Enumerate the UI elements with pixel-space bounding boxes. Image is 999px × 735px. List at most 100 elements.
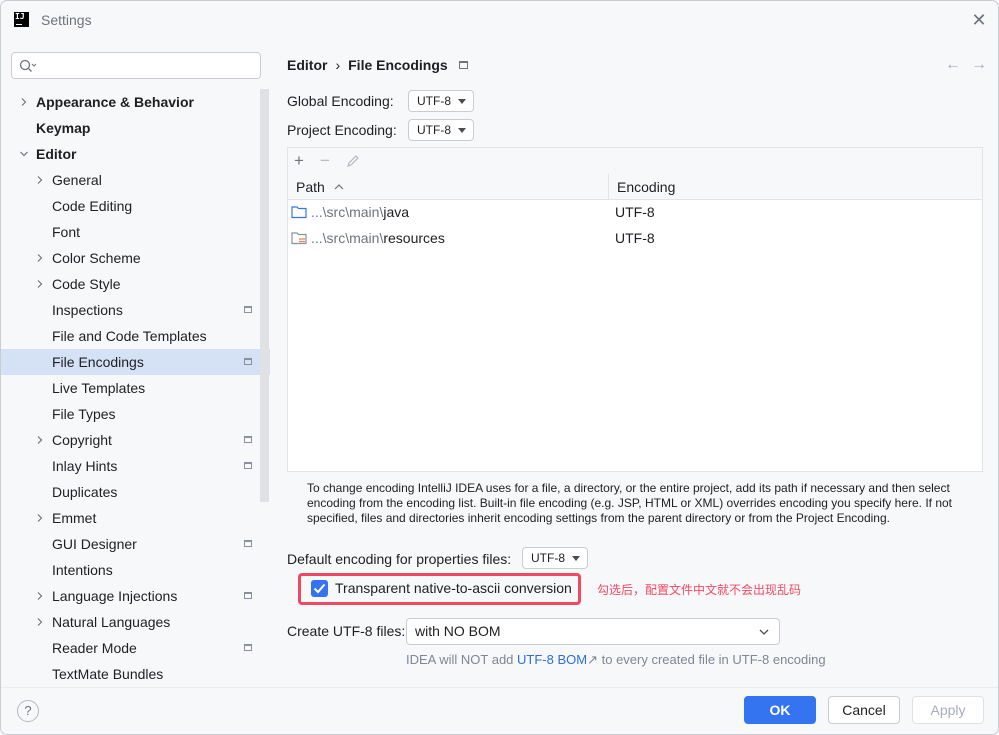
sidebar-item-file-encodings[interactable]: File Encodings xyxy=(1,349,270,375)
create-utf8-value: with NO BOM xyxy=(415,623,501,639)
sidebar-item-general[interactable]: General xyxy=(1,167,258,193)
native-to-ascii-label[interactable]: Transparent native-to-ascii conversion xyxy=(335,580,572,596)
breadcrumb-current: File Encodings xyxy=(348,57,448,73)
dialog-button-bar: ? OK Cancel Apply xyxy=(1,687,998,734)
back-arrow-icon[interactable]: ← xyxy=(945,56,961,74)
table-row[interactable]: ...\src\main\java UTF-8 xyxy=(288,199,982,225)
utf8-bom-link[interactable]: UTF-8 BOM xyxy=(517,652,587,667)
sidebar-item-label: File Types xyxy=(52,406,116,422)
create-utf8-combo[interactable]: with NO BOM xyxy=(406,618,780,645)
sidebar-item-editor[interactable]: Editor xyxy=(1,141,258,167)
settings-search-input[interactable] xyxy=(11,52,261,79)
remove-icon[interactable]: − xyxy=(320,151,330,171)
chevron-right-icon[interactable] xyxy=(35,583,45,609)
path-encoding-table: + − Path Encoding ...\src\main\java UTF-… xyxy=(287,147,983,472)
sidebar-item-label: General xyxy=(52,172,102,188)
project-encoding-label: Project Encoding: xyxy=(287,122,397,138)
project-scope-icon xyxy=(244,644,252,651)
sidebar-item-inspections[interactable]: Inspections xyxy=(1,297,258,323)
sidebar-item-file-types[interactable]: File Types xyxy=(1,401,258,427)
sidebar-item-natural-languages[interactable]: Natural Languages xyxy=(1,609,258,635)
sidebar-item-language-injections[interactable]: Language Injections xyxy=(1,583,258,609)
sidebar-item-label: Duplicates xyxy=(52,484,118,500)
sidebar-item-intentions[interactable]: Intentions xyxy=(1,557,258,583)
bom-note: IDEA will NOT add UTF-8 BOM↗ to every cr… xyxy=(406,652,826,668)
sidebar-item-keymap[interactable]: Keymap xyxy=(1,115,258,141)
close-icon[interactable]: ✕ xyxy=(968,9,990,31)
sidebar-item-reader-mode[interactable]: Reader Mode xyxy=(1,635,258,661)
sidebar-item-file-and-code-templates[interactable]: File and Code Templates xyxy=(1,323,258,349)
sidebar-item-label: Copyright xyxy=(52,432,112,448)
sidebar-item-copyright[interactable]: Copyright xyxy=(1,427,258,453)
breadcrumb-parent[interactable]: Editor xyxy=(287,57,327,73)
window-title: Settings xyxy=(41,12,92,28)
chevron-right-icon[interactable] xyxy=(35,167,45,193)
chevron-right-icon[interactable] xyxy=(35,505,45,531)
sidebar-scrollbar[interactable] xyxy=(260,89,269,502)
sidebar-item-label: Appearance & Behavior xyxy=(36,94,194,110)
sidebar-item-gui-designer[interactable]: GUI Designer xyxy=(1,531,258,557)
project-encoding-value: UTF-8 xyxy=(417,123,451,137)
chevron-right-icon[interactable] xyxy=(35,271,45,297)
help-icon[interactable]: ? xyxy=(17,700,39,722)
cancel-button[interactable]: Cancel xyxy=(828,696,900,724)
path-name: resources xyxy=(383,230,445,246)
path-name: java xyxy=(383,204,410,220)
chevron-right-icon[interactable] xyxy=(35,245,45,271)
chevron-down-icon xyxy=(759,629,769,635)
sidebar-item-label: Editor xyxy=(36,146,77,162)
folder-icon xyxy=(291,206,307,219)
column-header-encoding[interactable]: Encoding xyxy=(609,174,982,200)
project-scope-icon xyxy=(244,592,252,599)
sidebar-item-emmet[interactable]: Emmet xyxy=(1,505,258,531)
sidebar-item-appearance-behavior[interactable]: Appearance & Behavior xyxy=(1,89,258,115)
sidebar-item-inlay-hints[interactable]: Inlay Hints xyxy=(1,453,258,479)
row-encoding: UTF-8 xyxy=(615,230,655,246)
chevron-right-icon[interactable] xyxy=(35,609,45,635)
column-header-path-label: Path xyxy=(296,179,325,195)
sidebar-item-code-editing[interactable]: Code Editing xyxy=(1,193,258,219)
edit-icon[interactable] xyxy=(346,153,360,173)
checkmark-icon xyxy=(313,583,326,594)
sidebar-item-label: Language Injections xyxy=(52,588,178,604)
global-encoding-value: UTF-8 xyxy=(417,94,451,108)
project-encoding-combo[interactable]: UTF-8 xyxy=(408,119,474,141)
sidebar-item-label: Code Editing xyxy=(52,198,133,214)
column-header-path[interactable]: Path xyxy=(288,174,609,200)
sidebar-item-label: TextMate Bundles xyxy=(52,666,164,682)
ok-button[interactable]: OK xyxy=(744,696,816,724)
sidebar-item-label: Natural Languages xyxy=(52,614,171,630)
path-prefix: ...\src\main\ xyxy=(311,204,384,220)
properties-encoding-label: Default encoding for properties files: xyxy=(287,551,512,567)
sidebar-item-font[interactable]: Font xyxy=(1,219,258,245)
global-encoding-combo[interactable]: UTF-8 xyxy=(408,90,474,112)
breadcrumb-separator: › xyxy=(335,57,341,73)
path-prefix: ...\src\main\ xyxy=(311,230,384,246)
search-icon xyxy=(19,59,37,72)
native-to-ascii-checkbox[interactable] xyxy=(311,580,328,597)
sidebar-item-duplicates[interactable]: Duplicates xyxy=(1,479,258,505)
table-toolbar: + − xyxy=(288,148,982,175)
chevron-right-icon[interactable] xyxy=(19,89,29,115)
bom-note-before: IDEA will NOT add xyxy=(406,652,518,667)
dropdown-arrow-icon xyxy=(458,99,466,104)
settings-window: IJ Settings ✕ Appearance & Behavior Keyma… xyxy=(0,0,999,735)
properties-encoding-combo[interactable]: UTF-8 xyxy=(522,547,588,569)
search-field[interactable] xyxy=(40,56,254,77)
table-row[interactable]: ...\src\main\resources UTF-8 xyxy=(288,225,982,251)
sidebar-item-color-scheme[interactable]: Color Scheme xyxy=(1,245,258,271)
sidebar-item-label: Intentions xyxy=(52,562,113,578)
add-icon[interactable]: + xyxy=(294,151,304,171)
project-scope-icon xyxy=(244,540,252,547)
chevron-down-icon[interactable] xyxy=(19,141,29,167)
chevron-right-icon[interactable] xyxy=(35,427,45,453)
intellij-app-icon: IJ xyxy=(14,12,29,27)
sidebar-item-live-templates[interactable]: Live Templates xyxy=(1,375,258,401)
sidebar-item-code-style[interactable]: Code Style xyxy=(1,271,258,297)
apply-button[interactable]: Apply xyxy=(912,696,984,724)
app-icon-text: IJ xyxy=(15,12,25,21)
sidebar-item-label: Reader Mode xyxy=(52,640,137,656)
forward-arrow-icon[interactable]: → xyxy=(971,56,987,74)
sidebar-item-textmate-bundles[interactable]: TextMate Bundles xyxy=(1,661,258,687)
create-utf8-label: Create UTF-8 files: xyxy=(287,623,406,639)
